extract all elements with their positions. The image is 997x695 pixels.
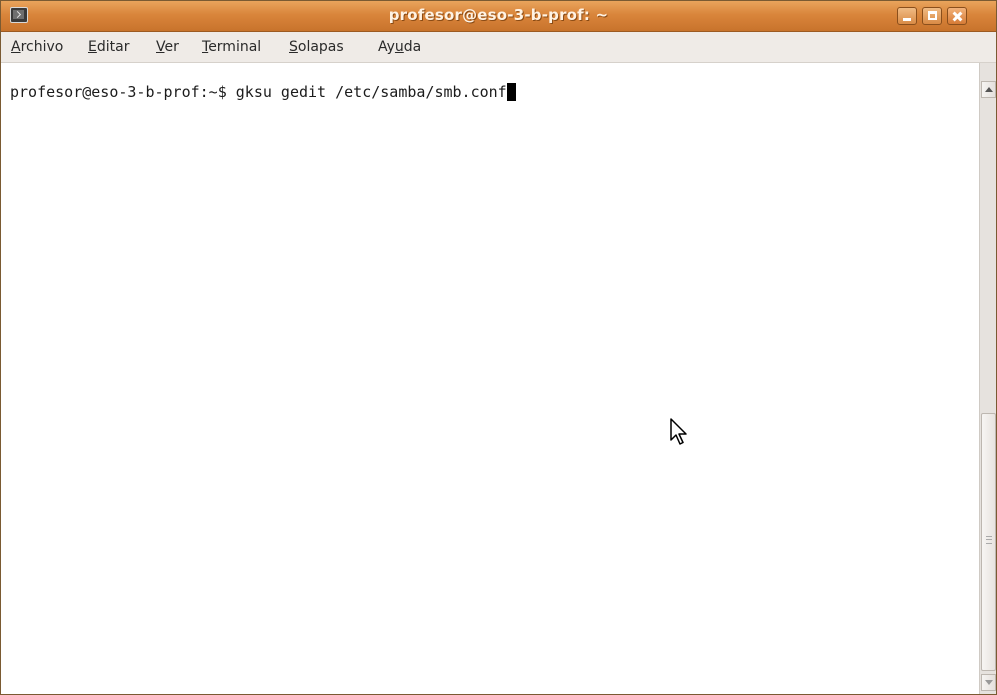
window-title: profesor@eso-3-b-prof: ~ (388, 6, 609, 24)
shell-prompt: profesor@eso-3-b-prof:~$ (10, 83, 236, 101)
scroll-down-icon[interactable] (981, 674, 996, 691)
text-cursor (506, 83, 516, 101)
minimize-icon[interactable] (897, 7, 917, 25)
menu-archivo-mnemonic: A (11, 39, 21, 55)
menu-archivo-label: rchivo (20, 39, 64, 55)
title-bar[interactable]: profesor@eso-3-b-prof: ~ (1, 1, 996, 32)
menu-ver[interactable]: Ver (156, 39, 179, 55)
menu-editar-mnemonic: E (88, 39, 97, 55)
scrollbar-thumb[interactable] (981, 413, 996, 671)
menu-terminal[interactable]: Terminal (202, 39, 261, 55)
menu-archivo[interactable]: Archivo (11, 39, 63, 55)
menu-bar: Archivo Editar Ver Terminal Solapas Ayud… (1, 32, 996, 63)
menu-editar[interactable]: Editar (88, 39, 129, 55)
menu-solapas-mnemonic: S (289, 39, 298, 55)
scroll-up-icon[interactable] (981, 81, 996, 98)
menu-ver-label: er (164, 39, 179, 55)
menu-solapas[interactable]: Solapas (289, 39, 344, 55)
menu-terminal-label: erminal (208, 39, 262, 55)
command-line: profesor@eso-3-b-prof:~$ gksu gedit /etc… (10, 83, 516, 101)
menu-ver-mnemonic: V (156, 39, 165, 55)
terminal-area[interactable]: profesor@eso-3-b-prof:~$ gksu gedit /etc… (1, 63, 979, 694)
command-text: gksu gedit /etc/samba/smb.conf (235, 83, 507, 101)
menu-solapas-label: olapas (297, 39, 344, 55)
maximize-icon[interactable] (922, 7, 942, 25)
close-icon[interactable] (947, 7, 967, 25)
menu-ayuda-label: da (403, 39, 422, 55)
terminal-window: profesor@eso-3-b-prof: ~ Archivo Editar … (0, 0, 997, 695)
menu-ayuda[interactable]: Ayuda (378, 39, 421, 55)
mouse-pointer-icon (670, 418, 687, 445)
menu-editar-label: ditar (96, 39, 130, 55)
menu-ayuda-mnemonic: u (394, 39, 404, 55)
menu-ayuda-prefix: Ay (378, 39, 395, 55)
vertical-scrollbar[interactable] (979, 63, 996, 694)
grip-icon (986, 536, 992, 544)
